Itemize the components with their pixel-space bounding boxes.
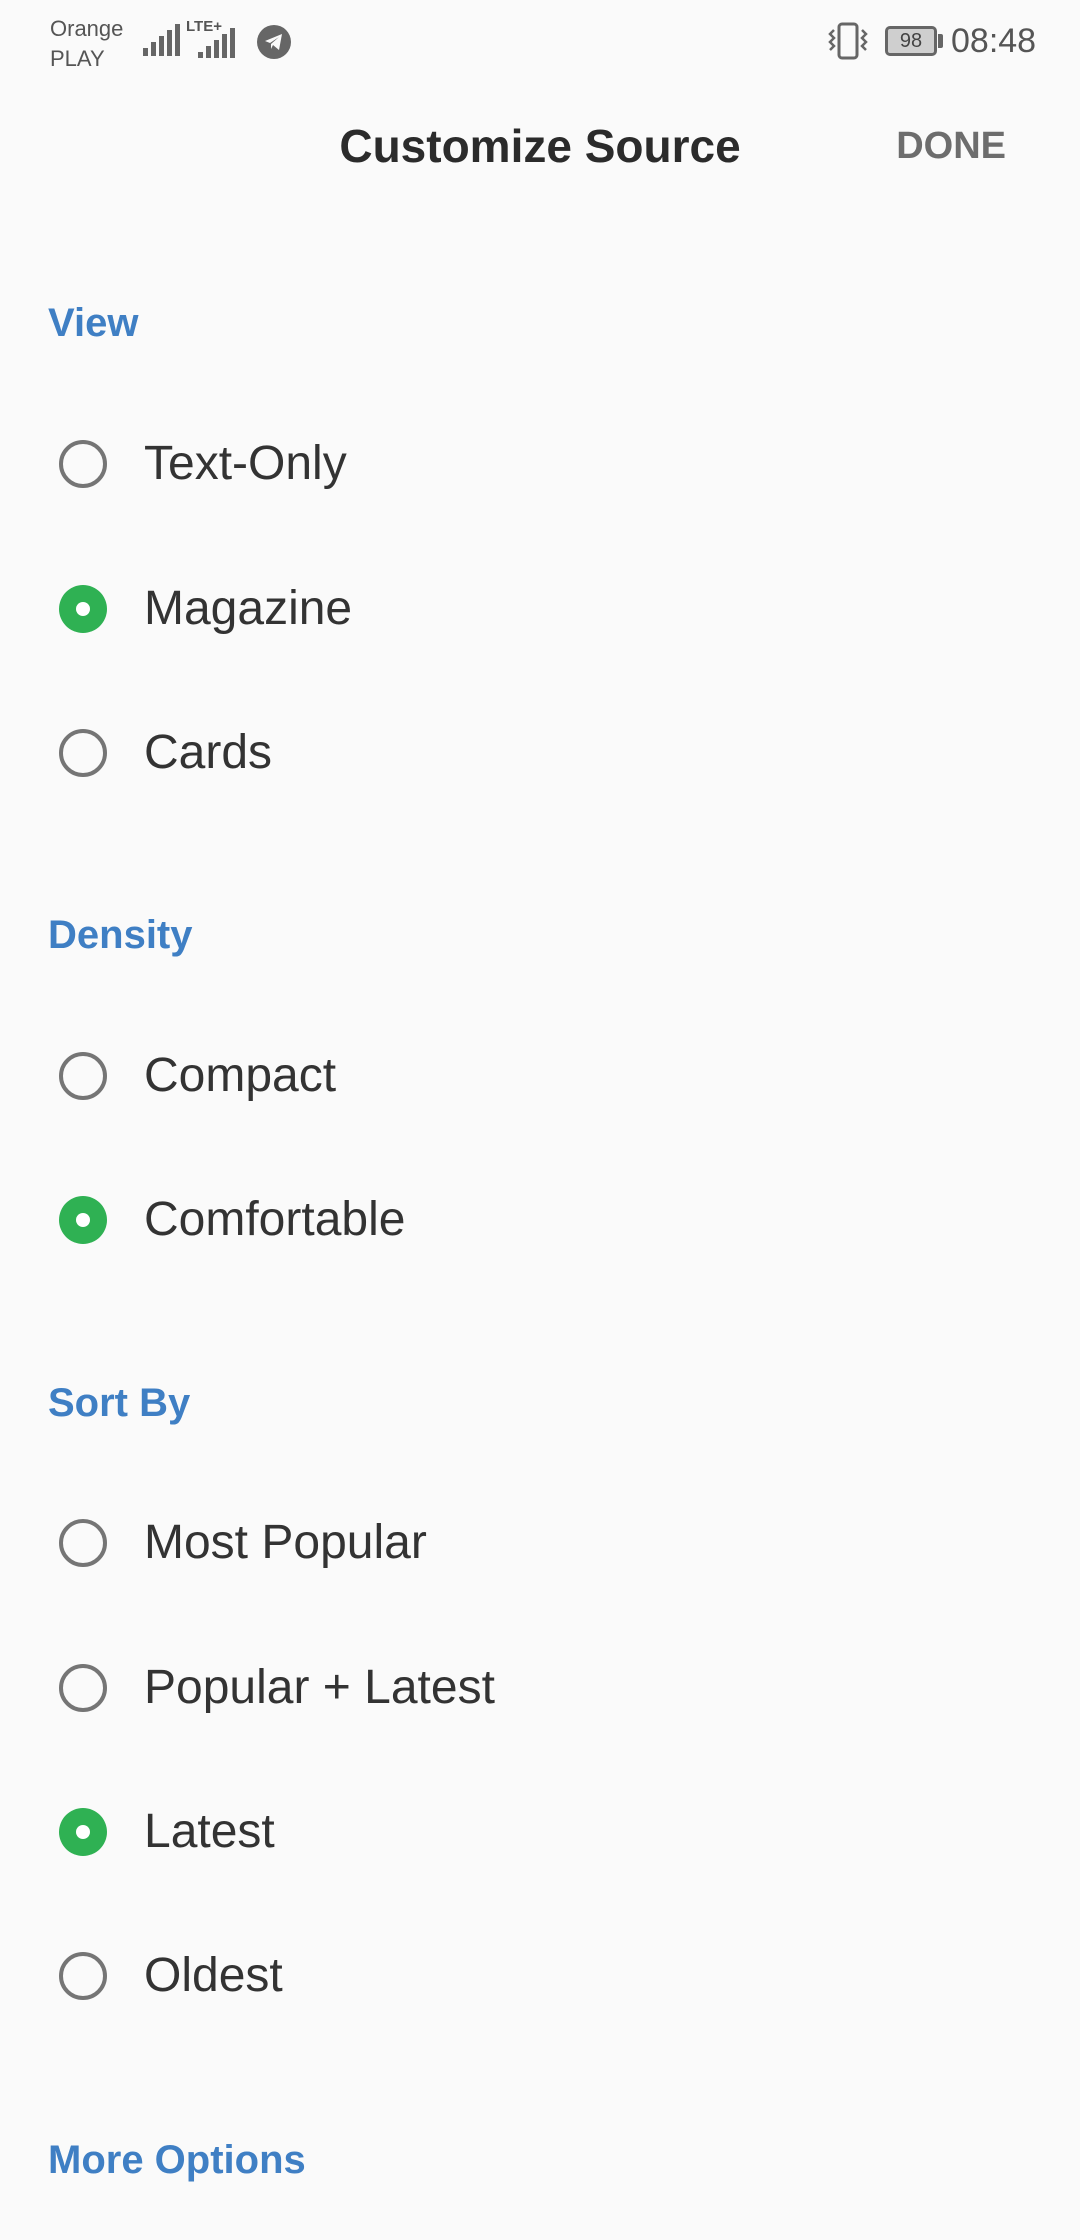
carrier-line2: PLAY — [50, 46, 105, 71]
option-most-popular[interactable]: Most Popular — [0, 1483, 1080, 1603]
radio-comfortable[interactable] — [59, 1196, 107, 1244]
signal-icon — [143, 22, 180, 56]
section-header-view: View — [48, 301, 139, 345]
status-bar: Orange PLAY LTE+ 98 08:48 — [0, 0, 1080, 80]
option-oldest[interactable]: Oldest — [0, 1916, 1080, 2036]
radio-most-popular[interactable] — [59, 1519, 107, 1567]
vibrate-icon — [828, 22, 868, 60]
telegram-icon — [257, 25, 291, 59]
carrier-line1: Orange — [50, 16, 124, 41]
radio-latest[interactable] — [59, 1808, 107, 1856]
done-button[interactable]: DONE — [896, 121, 1006, 171]
option-label: Cards — [144, 726, 273, 779]
option-label: Latest — [144, 1805, 275, 1858]
option-label: Compact — [144, 1049, 337, 1102]
option-comfortable[interactable]: Comfortable — [0, 1160, 1080, 1280]
lte-signal-icon: LTE+ — [186, 18, 248, 58]
battery-tip — [938, 34, 943, 48]
section-header-more-options[interactable]: More Options — [48, 2135, 306, 2185]
status-clock: 08:48 — [951, 22, 1037, 60]
option-label: Text-Only — [144, 437, 347, 490]
radio-compact[interactable] — [59, 1052, 107, 1100]
radio-text-only[interactable] — [59, 440, 107, 488]
option-label: Popular + Latest — [144, 1661, 495, 1714]
radio-oldest[interactable] — [59, 1952, 107, 2000]
option-label: Magazine — [144, 582, 353, 635]
battery-level: 98 — [899, 29, 923, 52]
option-magazine[interactable]: Magazine — [0, 549, 1080, 669]
section-header-density: Density — [48, 913, 193, 957]
option-label: Comfortable — [144, 1193, 406, 1246]
option-popular-latest[interactable]: Popular + Latest — [0, 1628, 1080, 1748]
carrier-label: Orange PLAY — [50, 14, 123, 74]
option-label: Oldest — [144, 1949, 283, 2002]
option-text-only[interactable]: Text-Only — [0, 404, 1080, 524]
radio-magazine[interactable] — [59, 585, 107, 633]
option-cards[interactable]: Cards — [0, 693, 1080, 813]
radio-cards[interactable] — [59, 729, 107, 777]
option-label: Most Popular — [144, 1516, 427, 1569]
option-compact[interactable]: Compact — [0, 1016, 1080, 1136]
section-header-sort-by: Sort By — [48, 1381, 191, 1425]
radio-popular-latest[interactable] — [59, 1664, 107, 1712]
option-latest[interactable]: Latest — [0, 1772, 1080, 1892]
battery-icon: 98 — [885, 26, 937, 56]
